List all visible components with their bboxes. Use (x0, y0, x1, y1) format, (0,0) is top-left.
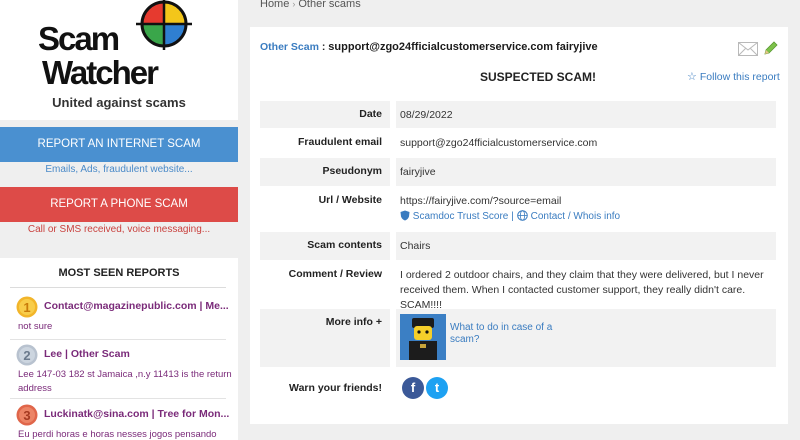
divider (10, 398, 226, 399)
rank-bronze-icon: 3 (16, 404, 38, 426)
scamwatcher-logo[interactable]: Scam Watcher (30, 0, 210, 92)
what-to-do-link[interactable]: What to do in case of a scam? (450, 322, 570, 346)
rank-gold-icon: 1 (16, 296, 38, 318)
report-link[interactable]: Luckinatk@sina.com | Tree for Mon... (44, 408, 232, 420)
facebook-icon[interactable]: f (402, 377, 424, 399)
fraud-email-value: support@zgo24fficialcustomerservice.com (400, 137, 598, 149)
report-title: Other Scam : support@zgo24fficialcustome… (260, 41, 598, 53)
svg-text:1: 1 (23, 300, 30, 315)
comment-value: I ordered 2 outdoor chairs, and they cla… (400, 269, 764, 311)
rank-silver-icon: 2 (16, 344, 38, 366)
most-seen-title: MOST SEEN REPORTS (58, 267, 180, 279)
divider (10, 339, 226, 340)
target-icon (136, 0, 192, 50)
logo-text-2: Watcher (42, 54, 159, 91)
report-excerpt: Eu perdi horas e horas nesses jogos pens… (18, 429, 217, 440)
envelope-icon[interactable] (738, 42, 758, 56)
minifig-thumbnail[interactable] (400, 314, 446, 360)
report-phone-scam-button[interactable]: REPORT A PHONE SCAM (0, 187, 238, 222)
left-column: Scam Watcher United against scams REPORT… (0, 0, 238, 440)
scam-contents-value: Chairs (396, 232, 776, 260)
twitter-icon[interactable]: t (426, 377, 448, 399)
scam-contents-label: Scam contents (260, 232, 390, 260)
share-cell: f t (396, 375, 776, 405)
url-value: https://fairyjive.com/?source=email (400, 195, 562, 207)
breadcrumb-home[interactable]: Home (260, 0, 289, 10)
report-internet-scam-button[interactable]: REPORT AN INTERNET SCAM (0, 127, 238, 162)
breadcrumb: Home › Other scams (260, 0, 361, 10)
url-cell: https://fairyjive.com/?source=email Scam… (396, 187, 776, 231)
whois-link[interactable]: Contact / Whois info (517, 210, 620, 222)
report-internet-scam-subtitle: Emails, Ads, fraudulent website... (45, 164, 193, 175)
date-label: Date (260, 101, 390, 128)
most-seen-reports: MOST SEEN REPORTS 1 Contact@magazinepubl… (0, 258, 238, 440)
shield-icon (400, 210, 410, 221)
comment-label: Comment / Review (288, 268, 382, 280)
more-info-cell: What to do in case of a scam? (396, 309, 776, 367)
report-panel: Other Scam : support@zgo24fficialcustome… (250, 27, 788, 424)
divider (10, 287, 226, 288)
star-outline-icon: ☆ (687, 71, 697, 83)
globe-icon (517, 210, 528, 221)
table-row: More info + What to do in case of a scam… (260, 309, 776, 367)
svg-text:2: 2 (23, 348, 30, 363)
report-excerpt: Lee 147-03 182 st Jamaica ,n.y 11413 is … (18, 369, 232, 394)
report-excerpt: not sure (18, 321, 53, 332)
report-phone-scam-subtitle: Call or SMS received, voice messaging... (27, 224, 211, 235)
pencil-icon[interactable] (762, 39, 780, 57)
more-info-label[interactable]: More info + (260, 309, 390, 367)
report-category[interactable]: Other Scam (260, 41, 319, 53)
table-row: Url / Website https://fairyjive.com/?sou… (260, 187, 776, 231)
follow-report-button[interactable]: ☆ Follow this report (687, 70, 780, 83)
link-separator: | (511, 211, 514, 222)
url-label: Url / Website (318, 194, 382, 206)
pseudonym-label: Pseudonym (260, 158, 390, 186)
report-link[interactable]: Contact@magazinepublic.com | Me... (44, 300, 232, 312)
title-separator: : (321, 41, 326, 53)
pseudonym-value: fairyjive (396, 158, 776, 186)
table-row: Pseudonym fairyjive (260, 158, 776, 186)
follow-label: Follow this report (699, 71, 780, 83)
logo-area[interactable]: Scam Watcher United against scams (0, 0, 238, 120)
logo-text-1: Scam (38, 20, 119, 57)
warn-friends-label: Warn your friends! (289, 382, 382, 394)
table-row: Date 08/29/2022 (260, 101, 776, 128)
report-subject: support@zgo24fficialcustomerservice.com … (328, 41, 598, 53)
table-row: Warn your friends! f t (260, 375, 776, 405)
breadcrumb-current[interactable]: Other scams (298, 0, 360, 10)
tagline: United against scams (52, 95, 186, 110)
table-row: Scam contents Chairs (260, 232, 776, 260)
trust-score-link[interactable]: Scamdoc Trust Score (400, 210, 508, 222)
svg-text:3: 3 (23, 408, 30, 423)
chevron-right-icon: › (292, 0, 296, 9)
fraud-email-label: Fraudulent email (297, 136, 382, 148)
police-figure-image (400, 314, 446, 360)
date-value: 08/29/2022 (396, 101, 776, 128)
table-row: Comment / Review I ordered 2 outdoor cha… (260, 261, 776, 311)
report-link[interactable]: Lee | Other Scam (44, 348, 232, 360)
table-row: Fraudulent email support@zgo24fficialcus… (260, 129, 776, 157)
